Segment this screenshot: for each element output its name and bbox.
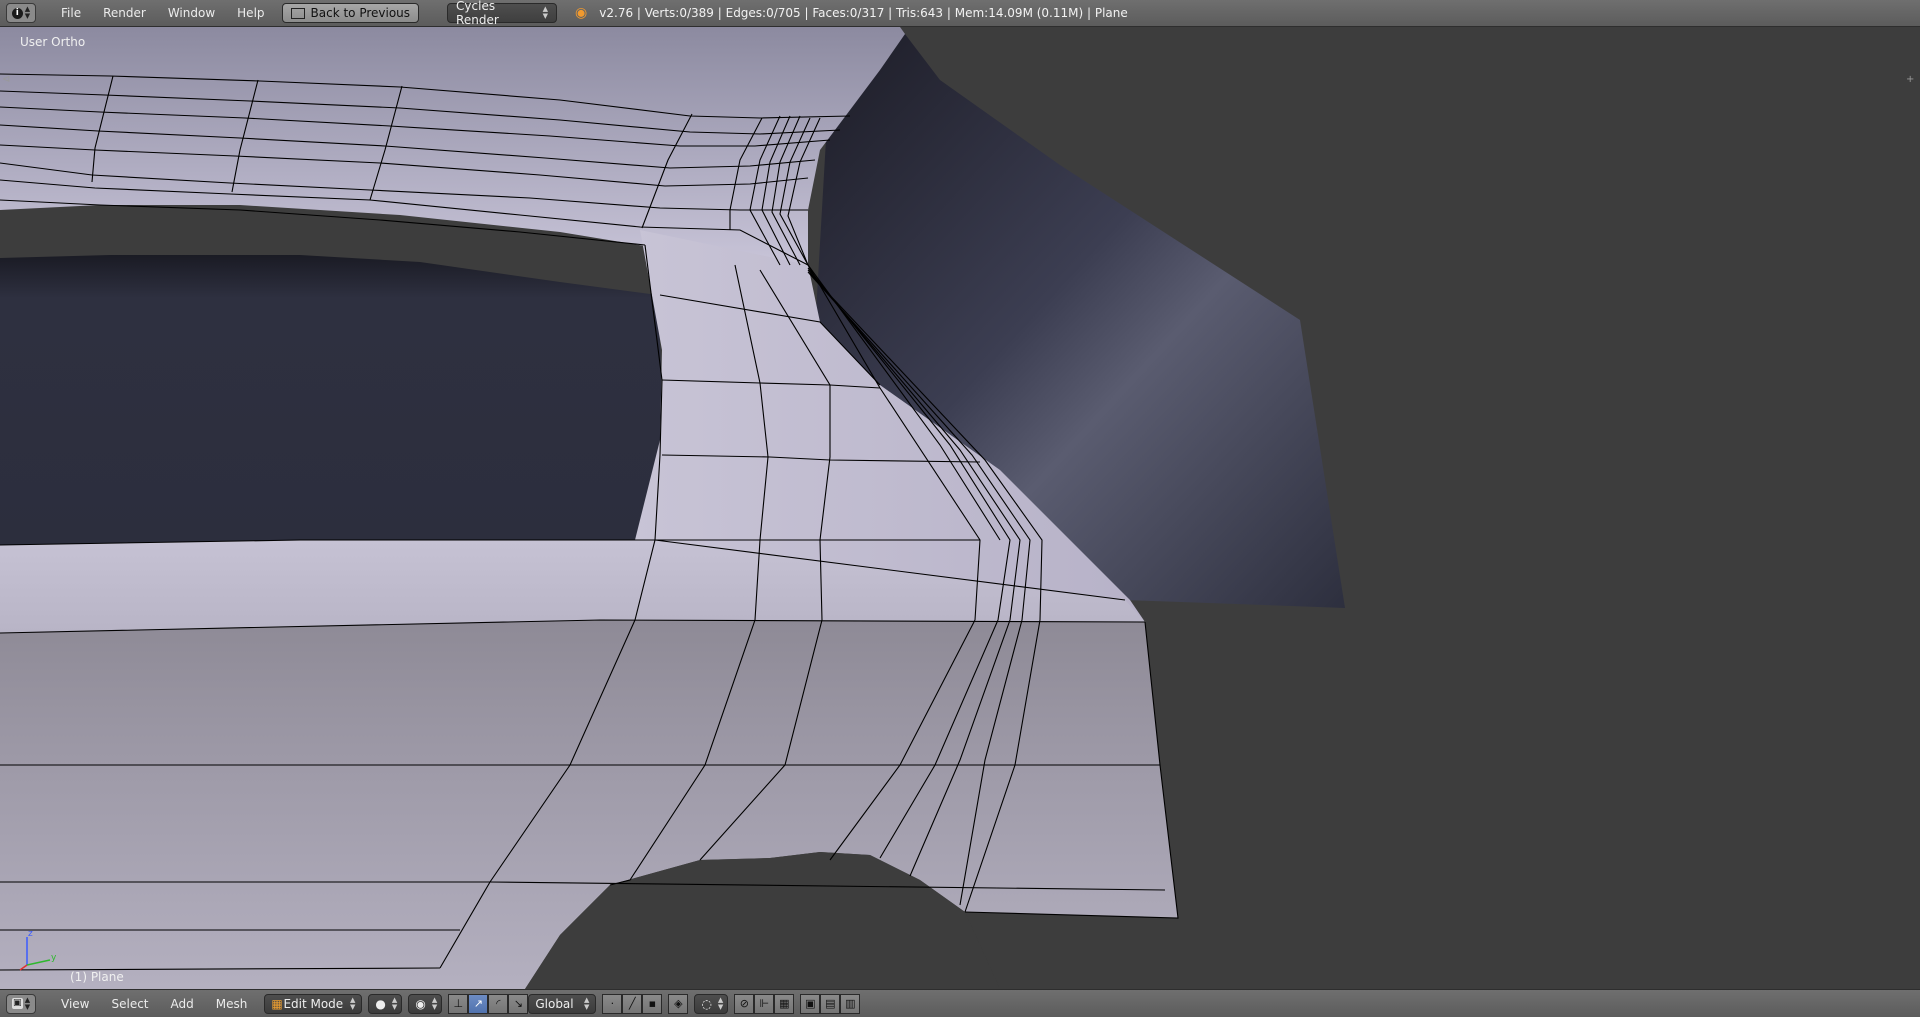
- properties-toggle-icon[interactable]: +: [1906, 75, 1916, 85]
- proportional-edit-icon: ◌: [701, 996, 712, 1011]
- face-select-icon[interactable]: ▪: [642, 993, 663, 1014]
- scale-manipulator-icon[interactable]: ↘: [508, 993, 529, 1014]
- editor-type-button[interactable]: i ▲ ▼: [6, 3, 36, 23]
- object-label: (1) Plane: [70, 970, 124, 984]
- transform-orientation-select[interactable]: Global ▲ ▼: [528, 993, 597, 1014]
- view-label: User Ortho: [20, 35, 86, 49]
- solid-shading-icon: ●: [375, 996, 386, 1011]
- info-header: i ▲ ▼ File Render Window Help Back to Pre…: [0, 0, 1920, 27]
- snap-element-icon[interactable]: ⊩: [754, 993, 775, 1014]
- back-to-previous-button[interactable]: Back to Previous: [281, 3, 420, 23]
- pivot-icon: ◉: [415, 996, 426, 1011]
- pivot-point-select[interactable]: ◉ ▲ ▼: [408, 993, 443, 1014]
- svg-text:z: z: [28, 929, 33, 939]
- render-clip-icon[interactable]: ▥: [840, 993, 861, 1014]
- 3d-view-header: ▣ ▲ ▼ View Select Add Mesh ▦ Edit Mode ▲ ▼…: [0, 989, 1920, 1017]
- vertex-select-icon[interactable]: ·: [602, 993, 623, 1014]
- info-icon: i: [11, 7, 23, 19]
- side-window-surface: [0, 255, 662, 545]
- updown-arrows-icon: ▲ ▼: [717, 995, 724, 1011]
- manipulator-group: ⊥ ↗ ◜ ↘: [448, 993, 529, 1014]
- editor-type-button[interactable]: ▣ ▲ ▼: [6, 993, 36, 1014]
- updown-arrows-icon: ▲ ▼: [583, 995, 590, 1011]
- menu-view[interactable]: View: [50, 997, 100, 1011]
- blender-logo-icon: ◉: [575, 5, 588, 21]
- screen-back-icon: [290, 7, 305, 19]
- main-menu: File Render Window Help: [50, 6, 276, 20]
- menu-window[interactable]: Window: [157, 6, 226, 20]
- occlude-group: ◈: [668, 993, 689, 1014]
- updown-arrows-icon: ▲ ▼: [431, 995, 438, 1011]
- menu-render[interactable]: Render: [92, 6, 157, 20]
- mode-label: Edit Mode: [283, 996, 344, 1011]
- updown-arrows-icon: ▲ ▼: [24, 995, 31, 1011]
- menu-mesh[interactable]: Mesh: [205, 997, 259, 1011]
- render-engine-label: Cycles Render: [456, 0, 499, 27]
- layer-buttons: · ╱ ▪: [602, 993, 663, 1014]
- mesh-view[interactable]: z y: [0, 27, 1920, 989]
- updown-arrows-icon: ▲ ▼: [391, 995, 398, 1011]
- svg-text:y: y: [51, 953, 57, 963]
- render-engine-select[interactable]: Cycles Render ▲ ▼: [447, 0, 558, 27]
- scene-stats: v2.76 | Verts:0/389 | Edges:0/705 | Face…: [599, 6, 1128, 20]
- rotate-manipulator-icon[interactable]: ◜: [488, 993, 509, 1014]
- occlude-geometry-icon[interactable]: ◈: [668, 993, 689, 1014]
- proportional-edit-select[interactable]: ◌ ▲ ▼: [694, 993, 729, 1014]
- edit-mode-icon: ▦: [271, 996, 283, 1011]
- snap-group: ⊘ ⊩ ▦: [734, 993, 795, 1014]
- edge-select-icon[interactable]: ╱: [622, 993, 643, 1014]
- viewport-shading-select[interactable]: ● ▲ ▼: [368, 993, 403, 1014]
- manipulator-toggle-icon[interactable]: ⊥: [448, 993, 469, 1014]
- back-to-previous-label: Back to Previous: [310, 6, 411, 20]
- toolshelf-toggle-icon[interactable]: ⊲: [2, 75, 12, 85]
- snap-target-icon[interactable]: ▦: [774, 993, 795, 1014]
- view-menu-bar: View Select Add Mesh: [50, 997, 258, 1011]
- 3d-viewport[interactable]: z y User Ortho (1) Plane ⊲ +: [0, 27, 1920, 989]
- opengl-render-image-icon[interactable]: ▣: [800, 993, 821, 1014]
- translate-manipulator-icon[interactable]: ↗: [468, 993, 489, 1014]
- updown-arrows-icon: ▲ ▼: [542, 5, 549, 20]
- menu-help[interactable]: Help: [226, 6, 275, 20]
- opengl-render-group: ▣ ▤ ▥: [800, 993, 861, 1014]
- mode-select[interactable]: ▦ Edit Mode ▲ ▼: [264, 993, 363, 1014]
- orientation-label: Global: [535, 996, 574, 1011]
- opengl-render-animation-icon[interactable]: ▤: [820, 993, 841, 1014]
- updown-arrows-icon: ▲ ▼: [24, 5, 31, 20]
- menu-file[interactable]: File: [50, 6, 92, 20]
- updown-arrows-icon: ▲ ▼: [349, 995, 356, 1011]
- 3d-view-icon: ▣: [11, 998, 23, 1009]
- menu-add[interactable]: Add: [160, 997, 205, 1011]
- roof-surface: [0, 27, 905, 265]
- snap-toggle-icon[interactable]: ⊘: [734, 993, 755, 1014]
- menu-select[interactable]: Select: [100, 997, 159, 1011]
